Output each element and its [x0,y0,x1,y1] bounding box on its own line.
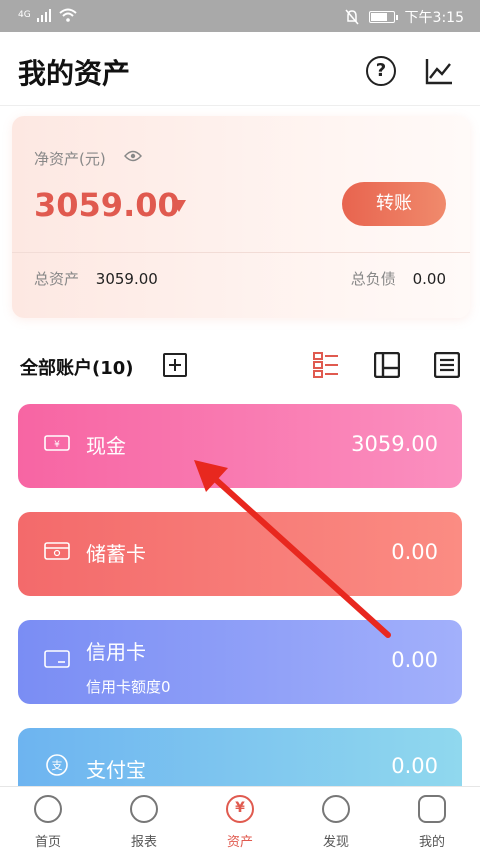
tab-label: 发现 [322,835,349,850]
account-row-alipay[interactable]: 支 支付宝 0.00 [18,728,462,786]
yuan-icon: ¥ [226,795,254,823]
help-icon[interactable]: ? [366,56,396,86]
tab-label: 资产 [226,835,253,850]
tab-label: 首页 [34,835,61,850]
net-assets-card: 净资产(元) 3059.00 转账 总资产 3059.00 总负债 0.00 [12,116,470,318]
account-name: 现金 [86,434,126,458]
total-assets-value: 3059.00 [95,270,158,288]
tab-label: 我的 [418,835,445,850]
account-amount: 3059.00 [351,432,438,456]
total-liabilities: 总负债 0.00 [351,268,446,289]
discover-icon [322,795,350,823]
report-icon [130,795,158,823]
tab-discover[interactable]: 发现 [288,787,384,854]
tab-profile[interactable]: 我的 [384,787,480,854]
caret-down-icon[interactable] [172,200,186,212]
total-liabilities-label: 总负债 [350,270,396,288]
account-amount: 0.00 [391,648,438,672]
network-type: 4G [18,10,31,20]
home-icon [34,795,62,823]
mute-bell-icon [344,9,359,25]
tab-home[interactable]: 首页 [0,787,96,854]
account-row-debit-card[interactable]: 储蓄卡 0.00 [18,512,462,596]
credit-card-icon [44,650,70,668]
accounts-header: 全部账户(10) [20,358,134,379]
tab-assets[interactable]: ¥ 资产 [192,787,288,854]
status-bar: 4G 下午3:15 [0,0,480,32]
account-row-cash[interactable]: ¥ 现金 3059.00 [18,404,462,488]
svg-text:支: 支 [52,759,63,772]
battery-icon [368,11,398,23]
net-assets-label: 净资产(元) [34,150,106,168]
signal-icon [36,9,51,22]
account-name: 支付宝 [86,758,146,782]
status-time: 下午3:15 [404,10,464,26]
credit-limit-text: 信用卡额度0 [86,678,171,696]
svg-text:¥: ¥ [54,440,60,450]
bottom-tab-bar: 首页 报表 ¥ 资产 发现 我的 [0,786,480,853]
alipay-icon: 支 [46,754,68,776]
profile-icon [418,795,446,823]
debit-card-icon [44,542,70,560]
account-row-credit-card[interactable]: 信用卡 信用卡额度0 0.00 [18,620,462,704]
account-amount: 0.00 [391,540,438,564]
transfer-button[interactable]: 转账 [342,182,446,226]
page-title: 我的资产 [18,57,131,90]
grid-view-icon[interactable] [374,352,400,378]
total-assets-label: 总资产 [34,270,80,288]
account-amount: 0.00 [391,754,438,778]
tab-label: 报表 [130,835,157,850]
header: 我的资产 ? [0,32,480,106]
tab-report[interactable]: 报表 [96,787,192,854]
account-name: 信用卡 [86,640,146,664]
divider [12,252,470,253]
account-name: 储蓄卡 [86,542,146,566]
net-assets-value: 3059.00 [34,186,180,224]
compact-list-view-icon[interactable] [434,352,460,378]
add-account-icon[interactable] [163,353,187,377]
total-assets: 总资产 3059.00 [34,268,158,289]
trend-chart-icon[interactable] [424,56,454,86]
list-detail-view-icon[interactable] [313,352,339,378]
eye-icon[interactable] [124,150,142,162]
wifi-icon [59,8,77,22]
cash-icon: ¥ [44,435,70,451]
total-liabilities-value: 0.00 [412,270,446,288]
